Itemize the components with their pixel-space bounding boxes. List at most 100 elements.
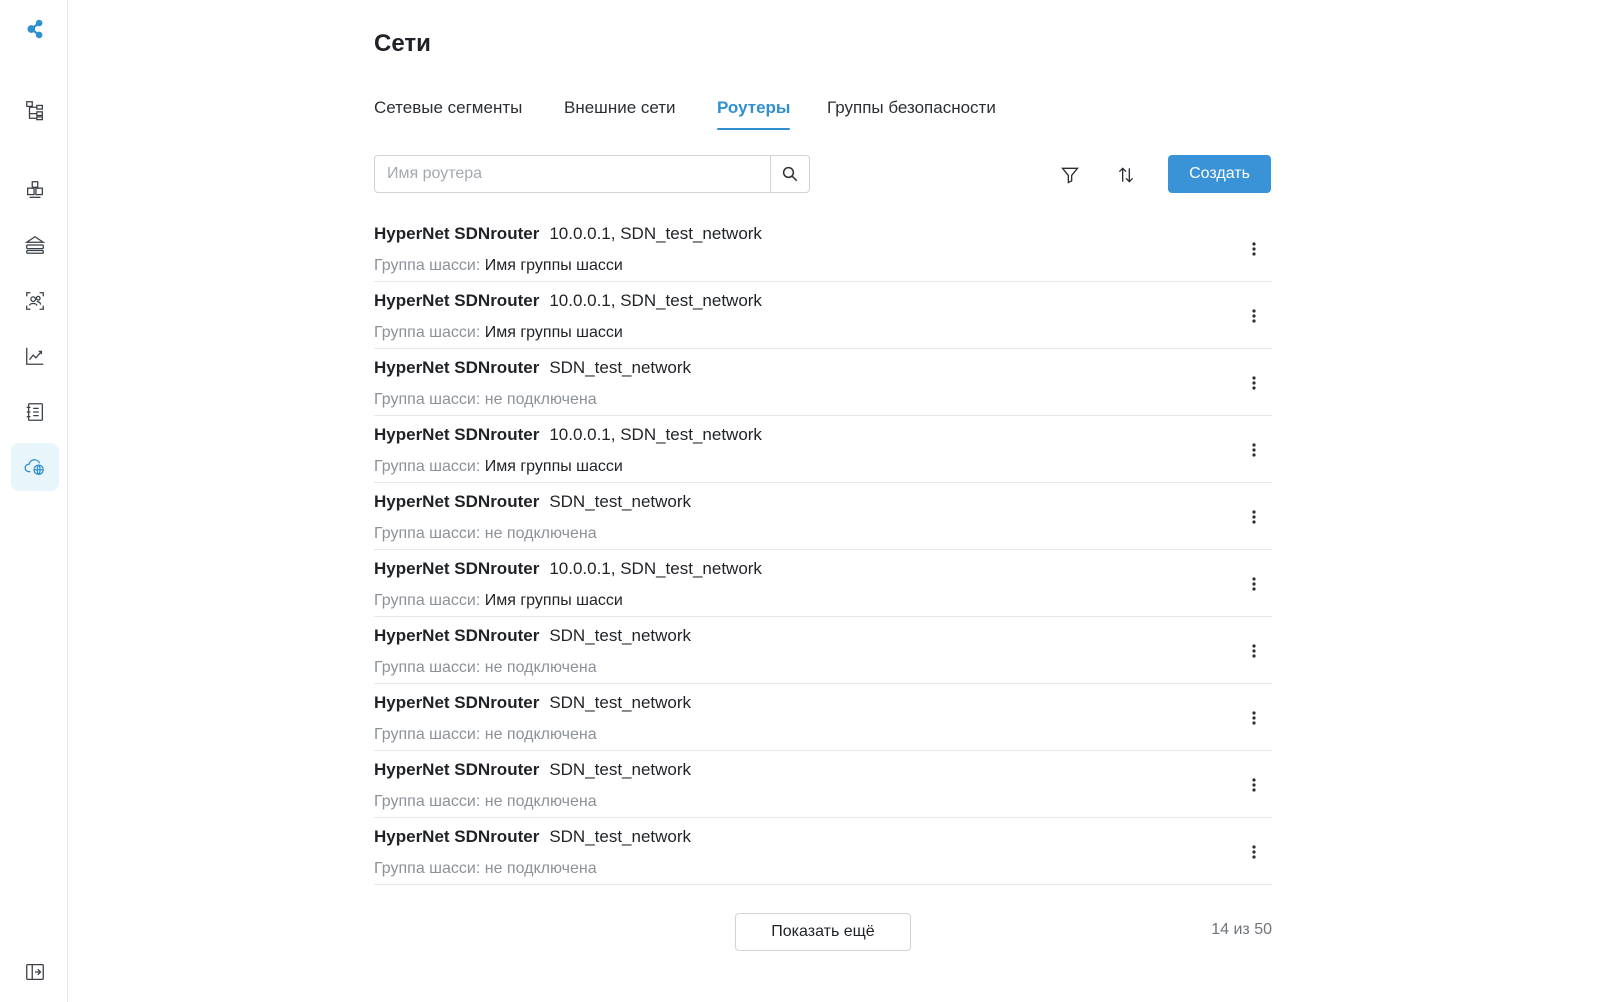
row-menu-button[interactable]: [1242, 706, 1266, 730]
router-row[interactable]: HyperNet SDNrouter 10.0.0.1, SDN_test_net…: [374, 215, 1272, 282]
router-name: HyperNet SDNrouter: [374, 760, 540, 779]
router-title-line: HyperNet SDNrouter SDN_test_network: [374, 626, 691, 646]
router-chassis-line: Группа шасси: Имя группы шасси: [374, 458, 623, 476]
kebab-menu-icon: [1252, 845, 1256, 859]
sidebar-item-journal[interactable]: [11, 388, 59, 436]
router-row[interactable]: HyperNet SDNrouter SDN_test_network Группа…: [374, 617, 1272, 684]
kebab-menu-icon: [1252, 242, 1256, 256]
router-info: 10.0.0.1, SDN_test_network: [549, 559, 762, 578]
storage-stack-icon: [24, 235, 46, 254]
chassis-label: Группа шасси:: [374, 793, 481, 810]
router-row[interactable]: HyperNet SDNrouter 10.0.0.1, SDN_test_net…: [374, 416, 1272, 483]
router-chassis-line: Группа шасси: Имя группы шасси: [374, 592, 623, 610]
search-button[interactable]: [770, 156, 809, 192]
row-menu-button[interactable]: [1242, 773, 1266, 797]
row-menu-button[interactable]: [1242, 840, 1266, 864]
kebab-menu-icon: [1252, 309, 1256, 323]
router-row[interactable]: HyperNet SDNrouter SDN_test_network Группа…: [374, 751, 1272, 818]
router-title-line: HyperNet SDNrouter SDN_test_network: [374, 492, 691, 512]
search-input[interactable]: [387, 156, 767, 192]
router-title-line: HyperNet SDNrouter SDN_test_network: [374, 358, 691, 378]
router-row[interactable]: HyperNet SDNrouter 10.0.0.1, SDN_test_net…: [374, 282, 1272, 349]
sidebar: [0, 0, 68, 1002]
tab-routers[interactable]: Роутеры: [717, 96, 791, 130]
chassis-value: не подключена: [484, 391, 597, 408]
router-chassis-line: Группа шасси: не подключена: [374, 726, 597, 744]
router-title-line: HyperNet SDNrouter SDN_test_network: [374, 760, 691, 780]
kebab-menu-icon: [1252, 644, 1256, 658]
chassis-label: Группа шасси:: [374, 860, 481, 877]
sidebar-item-monitoring[interactable]: [11, 332, 59, 380]
chassis-value: не подключена: [484, 525, 597, 542]
row-menu-button[interactable]: [1242, 505, 1266, 529]
router-row[interactable]: HyperNet SDNrouter 10.0.0.1, SDN_test_net…: [374, 550, 1272, 617]
chassis-value: Имя группы шасси: [484, 592, 623, 609]
row-menu-button[interactable]: [1242, 438, 1266, 462]
create-button[interactable]: Создать: [1168, 155, 1271, 193]
router-row[interactable]: HyperNet SDNrouter SDN_test_network Группа…: [374, 684, 1272, 751]
collapse-sidebar-icon: [26, 964, 44, 980]
row-menu-button[interactable]: [1242, 639, 1266, 663]
chassis-value: Имя группы шасси: [484, 324, 623, 341]
collapse-sidebar-button[interactable]: [11, 948, 59, 996]
router-name: HyperNet SDNrouter: [374, 291, 540, 310]
show-more-button[interactable]: Показать ещё: [735, 913, 911, 951]
chassis-value: Имя группы шасси: [484, 257, 623, 274]
router-row[interactable]: HyperNet SDNrouter SDN_test_network Группа…: [374, 483, 1272, 550]
components-icon: [27, 181, 43, 198]
router-title-line: HyperNet SDNrouter SDN_test_network: [374, 693, 691, 713]
sidebar-item-users[interactable]: [11, 277, 59, 325]
router-info: SDN_test_network: [549, 358, 692, 377]
router-info: 10.0.0.1, SDN_test_network: [549, 425, 762, 444]
chassis-label: Группа шасси:: [374, 525, 481, 542]
row-menu-button[interactable]: [1242, 304, 1266, 328]
sidebar-item-topology[interactable]: [11, 86, 59, 134]
chart-line-icon: [26, 347, 44, 365]
router-name: HyperNet SDNrouter: [374, 425, 540, 444]
chassis-label: Группа шасси:: [374, 257, 481, 274]
app-root: Сети Сетевые сегменты Внешние сети Роуте…: [0, 0, 1616, 1002]
router-title-line: HyperNet SDNrouter 10.0.0.1, SDN_test_net…: [374, 224, 762, 244]
filter-button[interactable]: [1055, 160, 1085, 190]
router-chassis-line: Группа шасси: не подключена: [374, 525, 597, 543]
router-title-line: HyperNet SDNrouter 10.0.0.1, SDN_test_net…: [374, 291, 762, 311]
row-menu-button[interactable]: [1242, 371, 1266, 395]
router-chassis-line: Группа шасси: не подключена: [374, 860, 597, 878]
cloud-network-icon: [24, 459, 44, 475]
filter-icon: [1061, 167, 1079, 184]
router-info: SDN_test_network: [549, 827, 692, 846]
router-row[interactable]: HyperNet SDNrouter SDN_test_network Группа…: [374, 818, 1272, 885]
router-chassis-line: Группа шасси: не подключена: [374, 391, 597, 409]
router-name: HyperNet SDNrouter: [374, 559, 540, 578]
tab-external-networks[interactable]: Внешние сети: [564, 96, 676, 130]
pagination-counter: 14 из 50: [1211, 921, 1272, 938]
chassis-label: Группа шасси:: [374, 659, 481, 676]
chassis-value: не подключена: [484, 860, 597, 877]
router-name: HyperNet SDNrouter: [374, 224, 540, 243]
tab-security-groups[interactable]: Группы безопасности: [827, 96, 996, 130]
chassis-value: не подключена: [484, 659, 597, 676]
router-chassis-line: Группа шасси: Имя группы шасси: [374, 324, 623, 342]
router-info: 10.0.0.1, SDN_test_network: [549, 224, 762, 243]
search-box: [374, 155, 810, 193]
search-icon: [782, 166, 798, 182]
chassis-label: Группа шасси:: [374, 726, 481, 743]
sidebar-item-components[interactable]: [11, 166, 59, 214]
router-row[interactable]: HyperNet SDNrouter SDN_test_network Группа…: [374, 349, 1272, 416]
chassis-label: Группа шасси:: [374, 391, 481, 408]
sidebar-item-storage[interactable]: [11, 221, 59, 269]
tab-network-segments[interactable]: Сетевые сегменты: [374, 96, 522, 130]
sidebar-item-networks[interactable]: [11, 443, 59, 491]
router-info: SDN_test_network: [549, 693, 692, 712]
chassis-label: Группа шасси:: [374, 592, 481, 609]
chassis-value: не подключена: [484, 793, 597, 810]
logo-icon[interactable]: [11, 5, 59, 53]
router-list: HyperNet SDNrouter 10.0.0.1, SDN_test_net…: [374, 215, 1272, 885]
row-menu-button[interactable]: [1242, 572, 1266, 596]
router-chassis-line: Группа шасси: не подключена: [374, 793, 597, 811]
kebab-menu-icon: [1252, 443, 1256, 457]
router-title-line: HyperNet SDNrouter SDN_test_network: [374, 827, 691, 847]
router-title-line: HyperNet SDNrouter 10.0.0.1, SDN_test_net…: [374, 559, 762, 579]
sort-button[interactable]: [1111, 160, 1141, 190]
row-menu-button[interactable]: [1242, 237, 1266, 261]
